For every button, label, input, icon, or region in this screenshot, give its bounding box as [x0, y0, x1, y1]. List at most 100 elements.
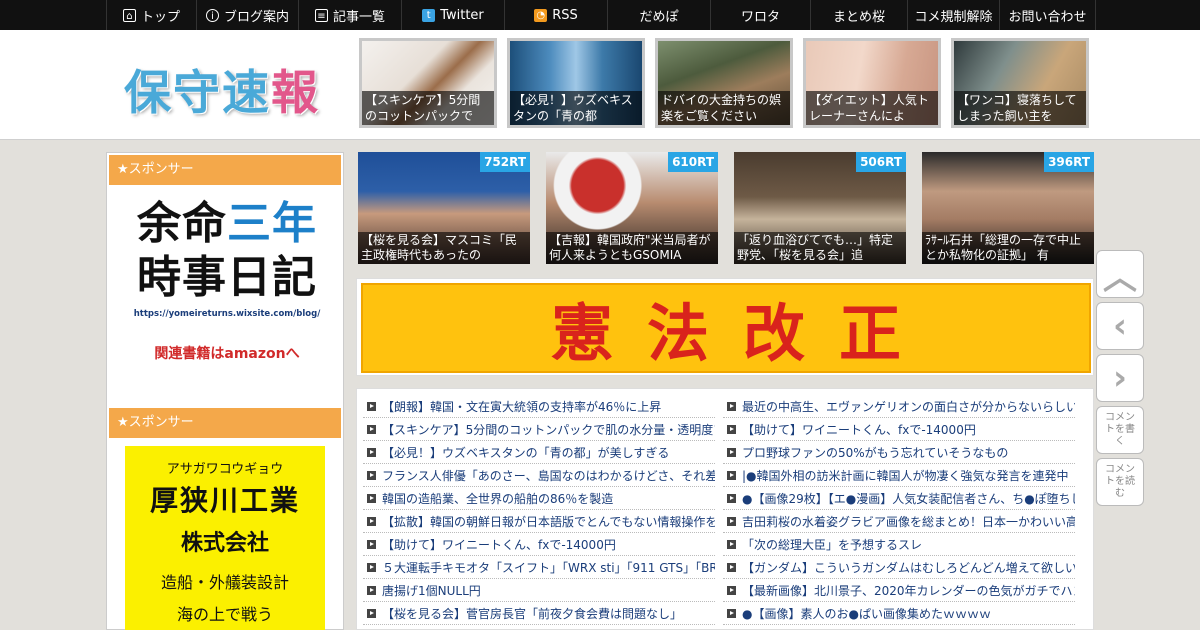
nav-contact[interactable]: お問い合わせ — [1000, 0, 1096, 30]
nav-rss-label: RSS — [552, 7, 578, 23]
header-thumb-skincare[interactable]: 【スキンケア】5分間のコットンパックで — [359, 38, 497, 128]
header-thumb-dubai[interactable]: ドバイの大金持ちの娯楽をご覧ください — [655, 38, 793, 128]
amazon-link[interactable]: 関連書籍はamazonへ — [129, 343, 325, 363]
sponsor-heading-1: ★スポンサー — [109, 155, 341, 185]
prev-page-button[interactable]: ‹ — [1096, 302, 1144, 350]
company-type: 株式会社 — [180, 531, 269, 556]
home-icon: ⌂ — [122, 8, 136, 22]
sidebar: ★スポンサー 余命三年 時事日記 https://yomeireturns.wi… — [106, 152, 344, 630]
article-title: 最近の中高生、エヴァンゲリオンの面白さが分からないらしい — [742, 399, 1075, 414]
article-title: 「次の総理大臣」を予想するスレ — [742, 537, 923, 552]
header-thumb-dog[interactable]: 【ワンコ】寝落ちしてしまった飼い主を — [951, 38, 1089, 128]
header-thumb-uzbekistan[interactable]: 【必見！】ウズベキスタンの「青の都 — [507, 38, 645, 128]
ad-line-2: 時事日記 — [137, 252, 317, 303]
arrow-bullet-icon — [367, 493, 376, 503]
article-link[interactable]: ●【画像】素人のお●ぱい画像集めたｗｗｗｗ — [723, 602, 1075, 625]
ad-line-1: 余命三年 — [129, 197, 325, 251]
rt-card-lasalle[interactable]: 396RT ﾗｻｰﾙ石井「総理の一存で中止とか私物化の証拠」 有 — [922, 152, 1094, 264]
rt-card-sakura[interactable]: 752RT 【桜を見る会】マスコミ「民主政権時代もあったの — [358, 152, 530, 264]
article-link[interactable]: 【最新画像】北川景子、2020年カレンダーの色気がガチでハンパない — [723, 579, 1075, 602]
article-link[interactable]: 最近の中高生、エヴァンゲリオンの面白さが分からないらしい — [723, 395, 1075, 418]
thumb-caption: 【ダイエット】人気トレーナーさんによ — [806, 91, 938, 125]
list-icon: ≡ — [314, 8, 328, 22]
arrow-bullet-icon — [367, 585, 376, 595]
article-link[interactable]: 【桜を見る会】菅官房長官「前夜夕食会費は問題なし」 — [363, 602, 715, 625]
ad-text-blue: 三年 — [227, 198, 317, 249]
nav-home[interactable]: ⌂ トップ — [106, 0, 197, 30]
article-title: 【必見！】ウズベキスタンの「青の都」が美しすぎる — [382, 445, 670, 460]
sponsor-ad-asagawa[interactable]: アサガワコウギョウ 厚狭川工業 株式会社 造船・外艤装設計 海の上で戦う — [125, 446, 325, 630]
nav-comment-unban-label: コメ規制解除 — [914, 9, 993, 25]
article-link[interactable]: プロ野球ファンの50%がもう忘れていそうなもの — [723, 441, 1075, 464]
ad-text: 余命 — [137, 198, 227, 249]
thumb-caption: 【スキンケア】5分間のコットンパックで — [362, 91, 494, 125]
chevron-up-icon: ︿ — [1103, 257, 1137, 298]
nav-comment-unban[interactable]: コメ規制解除 — [908, 0, 1000, 30]
article-link[interactable]: 【拡散】韓国の朝鮮日報が日本語版でとんでもない情報操作を — [363, 510, 715, 533]
constitution-banner[interactable]: 憲法改正 — [356, 278, 1094, 376]
arrow-bullet-icon — [727, 516, 736, 526]
chevron-left-icon: ‹ — [1112, 306, 1127, 346]
nav-rss[interactable]: ◔ RSS — [505, 0, 608, 30]
arrow-bullet-icon — [367, 470, 376, 480]
nav-article-list[interactable]: ≡ 記事一覧 — [299, 0, 402, 30]
arrow-bullet-icon — [367, 516, 376, 526]
nav-matome-sakura[interactable]: まとめ桜 — [811, 0, 908, 30]
article-link[interactable]: 「次の総理大臣」を予想するスレ — [723, 533, 1075, 556]
arrow-bullet-icon — [727, 424, 736, 434]
floating-buttons: ︿ ‹ › コメントを書く コメントを読む — [1096, 250, 1146, 510]
comment-write-button[interactable]: コメントを書く — [1096, 406, 1144, 454]
scroll-top-button[interactable]: ︿ — [1096, 250, 1144, 298]
article-link[interactable]: 【必見！】ウズベキスタンの「青の都」が美しすぎる — [363, 441, 715, 464]
article-link[interactable]: 吉田莉桜の水着姿グラビア画像を総まとめ！日本一かわいい高校生 — [723, 510, 1075, 533]
article-link[interactable]: フランス人俳優「あのさー、島国なのはわかるけどさ、それ差別だよ — [363, 464, 715, 487]
rt-card-opposition[interactable]: 506RT 「返り血浴びてでも…」特定野党、「桜を見る会」追 — [734, 152, 906, 264]
site-logo[interactable]: 保守速報 — [124, 54, 320, 123]
article-link[interactable]: 【スキンケア】5分間のコットンパックで肌の水分量・透明度アップ — [363, 418, 715, 441]
rt-badge: 610RT — [668, 152, 718, 172]
arrow-bullet-icon — [727, 493, 736, 503]
card-caption: 【吉報】韓国政府"米当局者が何人来ようともGSOMIA — [546, 232, 718, 264]
article-link[interactable]: 【朗報】韓国・文在寅大統領の支持率が46％に上昇 — [363, 395, 715, 418]
nav-twitter[interactable]: t Twitter — [402, 0, 505, 30]
article-title: 【最新画像】北川景子、2020年カレンダーの色気がガチでハンパない — [742, 583, 1075, 598]
article-link[interactable]: ●【画像29枚】【エ●漫画】人気女装配信者さん、ち●ぽ堕ちし — [723, 487, 1075, 510]
arrow-bullet-icon — [727, 470, 736, 480]
nav-blog-info[interactable]: i ブログ案内 — [197, 0, 299, 30]
comment-read-button[interactable]: コメントを読む — [1096, 458, 1144, 506]
next-page-button[interactable]: › — [1096, 354, 1144, 402]
article-title: 唐揚げ1個NULL円 — [382, 583, 481, 598]
article-link[interactable]: 唐揚げ1個NULL円 — [363, 579, 715, 602]
nav-bar: ⌂ トップ i ブログ案内 ≡ 記事一覧 t Twitter ◔ RSS だめぽ ワロタ … — [106, 0, 1096, 30]
nav-damepo[interactable]: だめぽ — [608, 0, 711, 30]
company-service: 造船・外艤装設計 — [160, 573, 289, 592]
nav-warota[interactable]: ワロタ — [711, 0, 811, 30]
article-link[interactable]: 【助けて】ワイニートくん、fxで-14000円 — [723, 418, 1075, 441]
article-link[interactable]: 【助けて】ワイニートくん、fxで-14000円 — [363, 533, 715, 556]
article-title: 【桜を見る会】菅官房長官「前夜夕食会費は問題なし」 — [382, 606, 683, 621]
article-link[interactable]: 【ガンダム】こういうガンダムはむしろどんどん増えて欲しい — [723, 556, 1075, 579]
arrow-bullet-icon — [367, 447, 376, 457]
rss-icon: ◔ — [534, 8, 548, 22]
card-caption: ﾗｻｰﾙ石井「総理の一存で中止とか私物化の証拠」 有 — [922, 232, 1094, 264]
logo-text-1: 保守 — [124, 66, 222, 121]
arrow-bullet-icon — [367, 539, 376, 549]
arrow-bullet-icon — [727, 401, 736, 411]
thumb-caption: 【必見！】ウズベキスタンの「青の都 — [510, 91, 642, 125]
company-slogan: 海の上で戦う — [176, 605, 273, 624]
article-title: 吉田莉桜の水着姿グラビア画像を総まとめ！日本一かわいい高校生 — [742, 514, 1075, 529]
card-caption: 【桜を見る会】マスコミ「民主政権時代もあったの — [358, 232, 530, 264]
nav-home-label: トップ — [140, 9, 180, 25]
article-column-right: 最近の中高生、エヴァンゲリオンの面白さが分からないらしい【助けて】ワイニートくん… — [723, 395, 1075, 625]
article-link[interactable]: ５大運転手キモオタ「スイフト」「WRX sti」「911 GTS」「BRZ」 — [363, 556, 715, 579]
article-link[interactable]: |●韓国外相の訪米計画に韓国人が物凄く強気な発言を連発中 — [723, 464, 1075, 487]
header-thumb-diet[interactable]: 【ダイエット】人気トレーナーさんによ — [803, 38, 941, 128]
banner-text: 憲法改正 — [550, 297, 935, 370]
article-title: |●韓国外相の訪米計画に韓国人が物凄く強気な発言を連発中 — [742, 468, 1069, 483]
sponsor-ad-yomei[interactable]: 余命三年 時事日記 https://yomeireturns.wixsite.c… — [129, 197, 325, 377]
rt-card-gsomia[interactable]: 610RT 【吉報】韓国政府"米当局者が何人来ようともGSOMIA — [546, 152, 718, 264]
article-link[interactable]: 韓国の造船業、全世界の船舶の86％を製造 — [363, 487, 715, 510]
article-title: 【拡散】韓国の朝鮮日報が日本語版でとんでもない情報操作を — [382, 514, 715, 529]
article-title: 【助けて】ワイニートくん、fxで-14000円 — [382, 537, 616, 552]
chevron-right-icon: › — [1112, 358, 1127, 398]
